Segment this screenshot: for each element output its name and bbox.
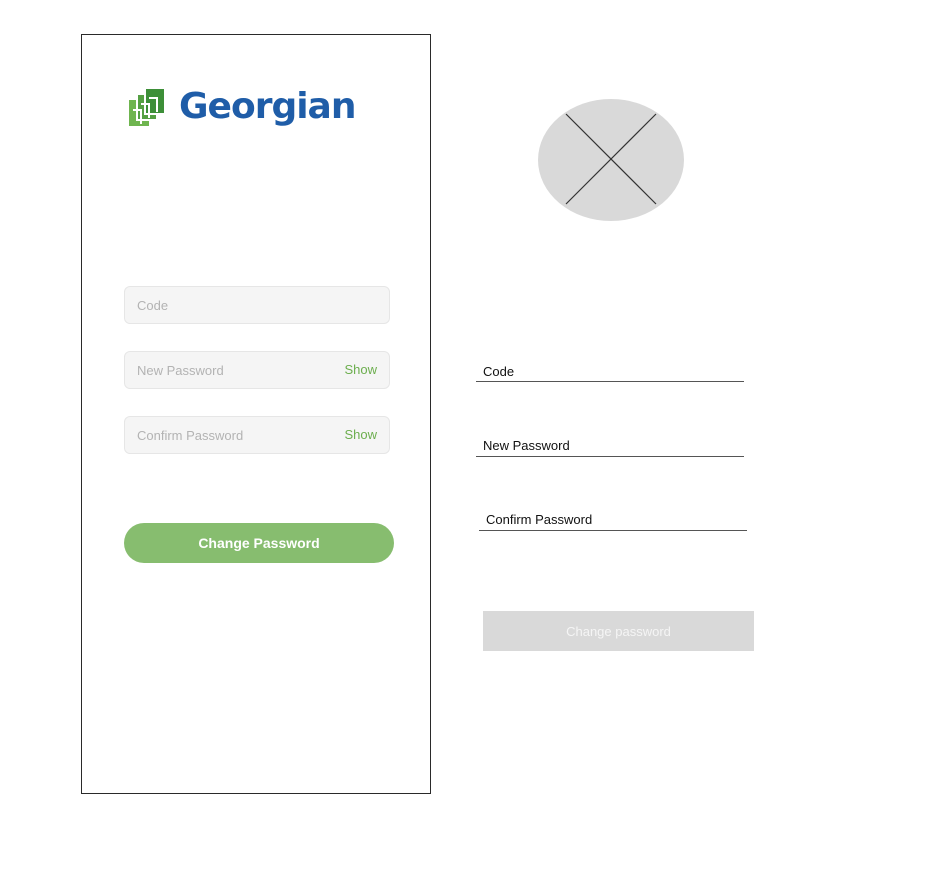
- brand-name: Georgian: [179, 86, 356, 127]
- georgian-logo: Georgian: [129, 85, 356, 129]
- image-placeholder-icon: [538, 99, 684, 221]
- confirm-password-input[interactable]: [137, 417, 327, 453]
- wireframe-new-password-field[interactable]: [476, 456, 744, 457]
- change-password-button[interactable]: Change Password: [124, 523, 394, 563]
- georgian-logo-icon: [129, 87, 166, 126]
- wireframe-code-label: Code: [483, 364, 515, 379]
- phone-mockup: Georgian Show Show Change Password: [81, 34, 431, 794]
- show-confirm-password-button[interactable]: Show: [344, 417, 377, 453]
- wireframe-code-field[interactable]: [476, 381, 744, 382]
- confirm-password-field[interactable]: Show: [124, 416, 390, 454]
- wireframe-new-password-label: New Password: [483, 438, 570, 453]
- wireframe-confirm-password-field[interactable]: [479, 530, 747, 531]
- code-input[interactable]: [137, 287, 327, 323]
- show-new-password-button[interactable]: Show: [344, 352, 377, 388]
- new-password-input[interactable]: [137, 352, 327, 388]
- wireframe-change-password-button[interactable]: Change password: [483, 611, 754, 651]
- new-password-field[interactable]: Show: [124, 351, 390, 389]
- code-field[interactable]: [124, 286, 390, 324]
- wireframe-confirm-password-label: Confirm Password: [486, 512, 593, 527]
